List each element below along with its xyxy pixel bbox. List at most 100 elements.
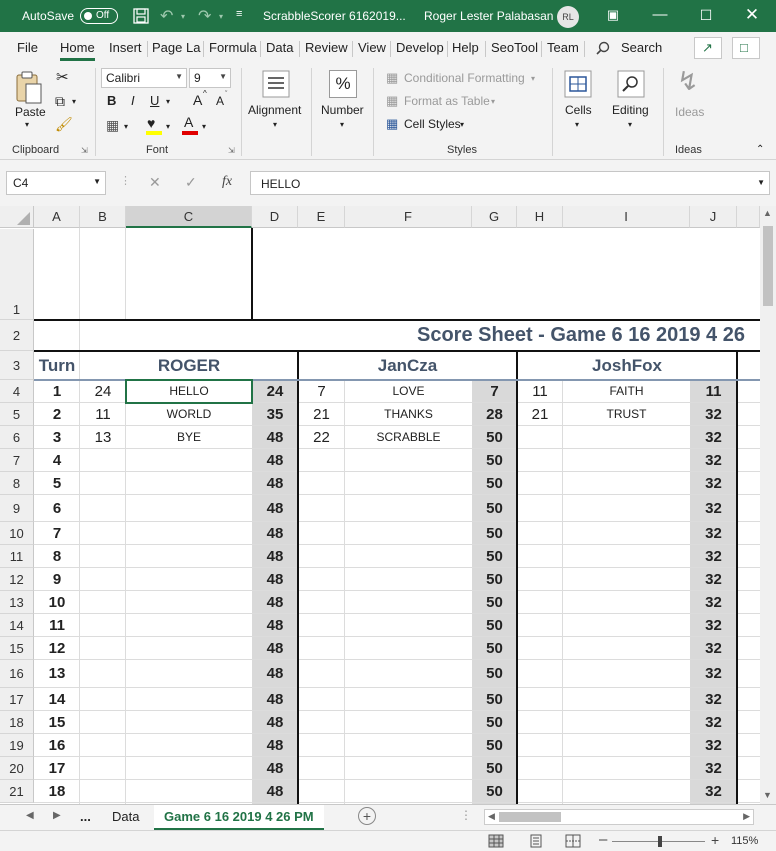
bold-button[interactable]: B	[107, 93, 116, 108]
word-played[interactable]	[126, 688, 252, 711]
word-points[interactable]	[517, 614, 563, 637]
add-sheet-icon[interactable]: +	[358, 807, 376, 825]
running-total[interactable]: 48	[252, 591, 298, 614]
cancel-icon[interactable]: ✕	[149, 174, 161, 191]
word-points[interactable]	[517, 495, 563, 522]
word-points[interactable]: 24	[80, 380, 126, 403]
borders-icon[interactable]: ▦	[106, 117, 119, 134]
word-played[interactable]	[563, 449, 690, 472]
word-points[interactable]	[517, 780, 563, 803]
word-played[interactable]	[563, 637, 690, 660]
word-points[interactable]	[517, 568, 563, 591]
word-played[interactable]	[563, 426, 690, 449]
column-header-d[interactable]: D	[252, 206, 298, 228]
collapse-ribbon-icon[interactable]: ⌃	[756, 144, 764, 155]
row-header[interactable]: 10	[0, 522, 34, 545]
word-points[interactable]	[80, 711, 126, 734]
running-total[interactable]: 32	[690, 637, 737, 660]
turn-header[interactable]: Turn	[34, 351, 80, 380]
running-total[interactable]: 50	[472, 472, 517, 495]
save-icon[interactable]	[133, 8, 149, 24]
running-total[interactable]: 50	[472, 495, 517, 522]
maximize-icon[interactable]: ☐	[694, 4, 718, 26]
word-points[interactable]	[80, 734, 126, 757]
word-points[interactable]	[298, 568, 345, 591]
decrease-font-button[interactable]: A	[216, 94, 224, 108]
chevron-down-icon[interactable]: ▾	[491, 97, 495, 106]
format-painter-icon[interactable]: 🖌	[55, 116, 73, 133]
word-points[interactable]	[517, 545, 563, 568]
word-played[interactable]	[126, 495, 252, 522]
word-points[interactable]: 11	[80, 403, 126, 426]
word-played[interactable]	[345, 637, 472, 660]
chevron-down-icon[interactable]: ▾	[460, 120, 464, 129]
running-total[interactable]: 50	[472, 591, 517, 614]
word-played[interactable]	[345, 495, 472, 522]
running-total[interactable]: 32	[690, 660, 737, 688]
row-header[interactable]: 19	[0, 734, 34, 757]
running-total[interactable]: 32	[690, 568, 737, 591]
word-played[interactable]	[126, 637, 252, 660]
word-played[interactable]: FAITH	[563, 380, 690, 403]
word-points[interactable]	[517, 660, 563, 688]
row-header[interactable]: 13	[0, 591, 34, 614]
tab-view[interactable]: View	[358, 40, 386, 55]
row-header[interactable]: 12	[0, 568, 34, 591]
next-sheet-icon[interactable]: ▶	[53, 810, 61, 821]
underline-button[interactable]: U	[150, 93, 159, 108]
word-points[interactable]	[298, 449, 345, 472]
turn-number[interactable]: 12	[34, 637, 80, 660]
word-points[interactable]: 11	[517, 380, 563, 403]
running-total[interactable]: 48	[252, 568, 298, 591]
turn-number[interactable]: 7	[34, 522, 80, 545]
word-points[interactable]: 22	[298, 426, 345, 449]
name-box[interactable]: C4 ▼	[6, 171, 106, 195]
word-points[interactable]: 21	[517, 403, 563, 426]
word-played[interactable]	[345, 614, 472, 637]
word-played[interactable]	[345, 522, 472, 545]
word-points[interactable]: 21	[298, 403, 345, 426]
word-points[interactable]	[517, 734, 563, 757]
font-color-icon[interactable]: A	[184, 114, 193, 130]
cut-icon[interactable]: ✂	[56, 68, 69, 86]
turn-number[interactable]: 3	[34, 426, 80, 449]
font-size-dropdown[interactable]: 9 ▼	[189, 68, 231, 88]
word-played[interactable]	[126, 472, 252, 495]
word-played[interactable]	[126, 545, 252, 568]
column-header-f[interactable]: F	[345, 206, 472, 228]
row-header[interactable]: 7	[0, 449, 34, 472]
word-points[interactable]	[298, 637, 345, 660]
word-played[interactable]	[345, 711, 472, 734]
formula-input[interactable]: HELLO ▼	[250, 171, 770, 195]
turn-number[interactable]: 10	[34, 591, 80, 614]
column-header-h[interactable]: H	[517, 206, 563, 228]
column-header-a[interactable]: A	[34, 206, 80, 228]
turn-number[interactable]: 4	[34, 449, 80, 472]
running-total[interactable]: 32	[690, 591, 737, 614]
editing-dropdown-icon[interactable]: ▾	[628, 120, 632, 129]
tab-help[interactable]: Help	[452, 40, 479, 55]
turn-number[interactable]: 5	[34, 472, 80, 495]
turn-number[interactable]: 13	[34, 660, 80, 688]
row-header[interactable]: 15	[0, 637, 34, 660]
sheet-tab-game[interactable]: Game 6 16 2019 4 26 PM	[154, 805, 324, 830]
scroll-left-icon[interactable]: ◀	[488, 811, 495, 822]
cells-button[interactable]: Cells	[565, 103, 592, 117]
word-points[interactable]	[80, 637, 126, 660]
number-format-icon[interactable]: %	[329, 70, 357, 98]
word-played[interactable]	[345, 472, 472, 495]
running-total[interactable]: 32	[690, 522, 737, 545]
turn-number[interactable]: 11	[34, 614, 80, 637]
word-points[interactable]	[517, 591, 563, 614]
normal-view-icon[interactable]	[488, 834, 504, 848]
tab-insert[interactable]: Insert	[109, 40, 142, 55]
autosave-toggle[interactable]: Off	[80, 8, 118, 24]
turn-number[interactable]: 15	[34, 711, 80, 734]
running-total[interactable]: 50	[472, 734, 517, 757]
font-launcher-icon[interactable]: ⇲	[228, 146, 235, 155]
horizontal-scrollbar[interactable]: ◀ ▶	[484, 809, 754, 825]
row-header[interactable]: 11	[0, 545, 34, 568]
running-total[interactable]: 48	[252, 495, 298, 522]
cell-styles-icon[interactable]: ▦	[386, 116, 398, 132]
turn-number[interactable]: 16	[34, 734, 80, 757]
